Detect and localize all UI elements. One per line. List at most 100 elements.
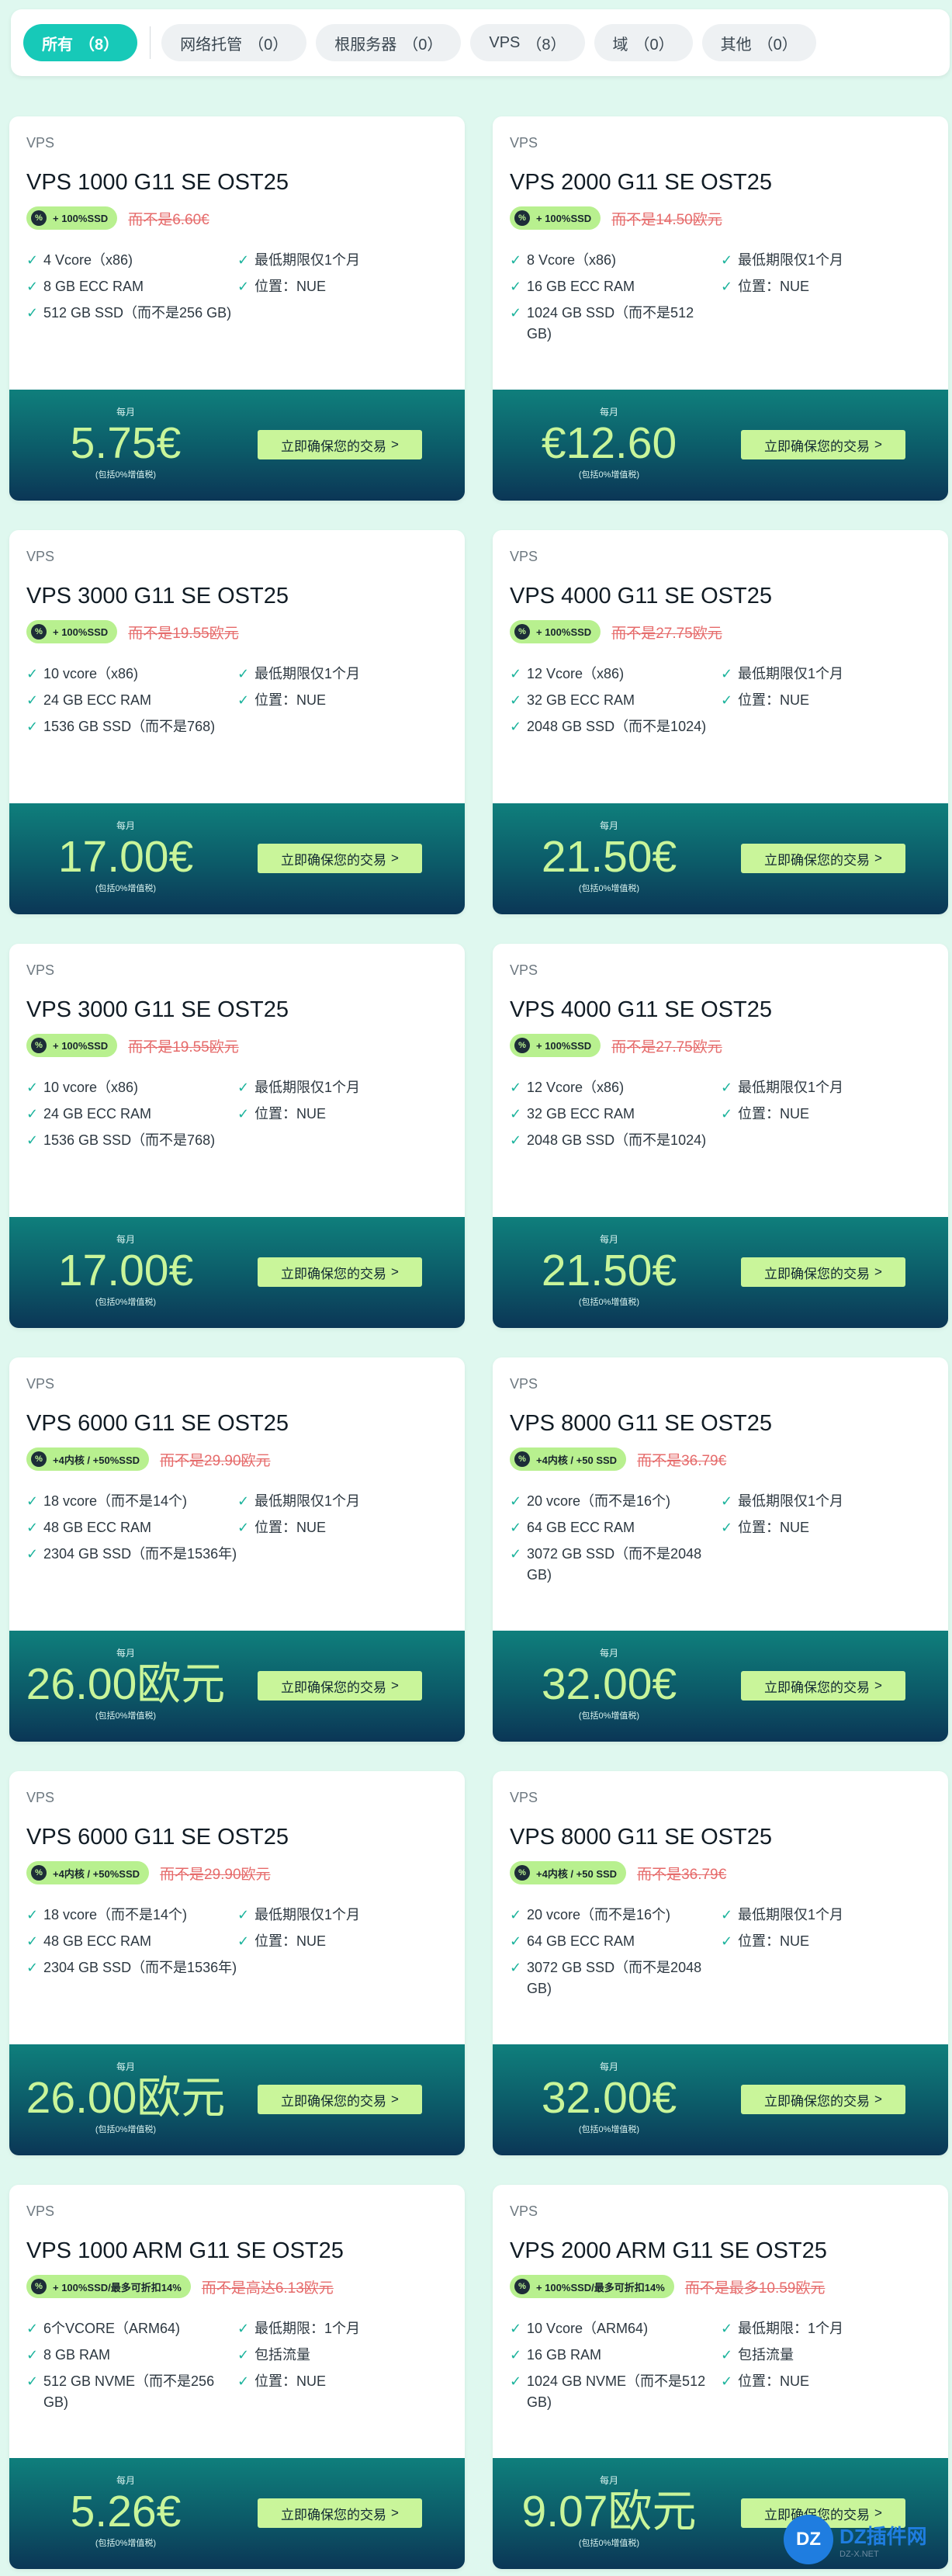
card-category: VPS	[26, 962, 55, 978]
spec-text: 8 GB RAM	[43, 2347, 111, 2363]
chevron-right-icon: >	[874, 851, 882, 865]
card-title: VPS 2000 G11 SE OST25	[510, 170, 772, 195]
tab-count: （0）	[248, 36, 289, 54]
tab-2[interactable]: 根服务器 （0）	[316, 24, 462, 61]
check-icon: ✓	[510, 279, 522, 294]
secure-deal-button[interactable]: 立即确保您的交易 >	[258, 844, 422, 873]
spec-item: ✓ 24 GB ECC RAM	[26, 1104, 237, 1125]
tab-4[interactable]: 域 （0）	[594, 24, 693, 61]
check-icon: ✓	[510, 1933, 522, 1949]
spec-text: 8 Vcore（x86)	[527, 252, 617, 268]
spec-item: ✓ 10 Vcore（ARM64)	[510, 2318, 721, 2339]
check-icon: ✓	[721, 1106, 733, 1122]
vat-note: (包括0%增值税)	[95, 2125, 157, 2134]
spec-item: ✓ 位置：NUE	[721, 1104, 932, 1125]
secure-deal-button[interactable]: 立即确保您的交易 >	[258, 1671, 422, 1701]
secure-deal-button[interactable]: 立即确保您的交易 >	[741, 430, 905, 459]
spec-item: ✓ 12 Vcore（x86)	[510, 1077, 721, 1098]
check-icon: ✓	[237, 1106, 250, 1122]
cta-label: 立即确保您的交易	[764, 1680, 871, 1695]
spec-text: 64 GB ECC RAM	[527, 1520, 635, 1535]
spec-text: 最低期限仅1个月	[738, 1493, 844, 1509]
per-month-label: 每月	[116, 2475, 135, 2486]
product-card: VPS VPS 6000 G11 SE OST25% +4内核 / +50%SSD 而…	[9, 1771, 465, 2155]
secure-deal-button[interactable]: 立即确保您的交易 >	[741, 1257, 905, 1287]
promo-badge-text: + 100%SSD	[53, 212, 109, 224]
card-body: VPS VPS 2000 G11 SE OST25% + 100%SSD 而不是14.…	[493, 116, 948, 390]
spec-text: 3072 GB SSD（而不是2048 GB)	[527, 1960, 702, 1996]
promo-row: % +4内核 / +50%SSD 而不是29.90欧元	[26, 1447, 448, 1471]
spec-text: 位置：NUE	[738, 1520, 810, 1535]
check-icon: ✓	[721, 692, 733, 708]
card-category: VPS	[510, 1790, 538, 1805]
spec-column-left: ✓ 12 Vcore（x86) ✓ 32 GB ECC RAM ✓ 2048 GB SSD…	[510, 1077, 721, 1156]
spec-list: ✓ 18 vcore（而不是14个) ✓ 48 GB ECC RAM ✓ 2304 GB …	[26, 1905, 448, 1984]
promo-badge: % + 100%SSD/最多可折扣14%	[26, 2275, 191, 2298]
spec-text: 10 vcore（x86)	[43, 1080, 139, 1095]
old-price: 而不是19.55欧元	[128, 1038, 239, 1056]
card-body: VPS VPS 8000 G11 SE OST25% +4内核 / +50 SSD 而…	[493, 1771, 948, 2044]
product-card: VPS VPS 4000 G11 SE OST25% + 100%SSD 而不是27.…	[493, 530, 948, 914]
spec-column-left: ✓ 12 Vcore（x86) ✓ 32 GB ECC RAM ✓ 2048 GB SSD…	[510, 664, 721, 743]
spec-text: 位置：NUE	[254, 692, 327, 708]
secure-deal-button[interactable]: 立即确保您的交易 >	[741, 2085, 905, 2114]
check-icon: ✓	[26, 2347, 39, 2363]
spec-column-left: ✓ 18 vcore（而不是14个) ✓ 48 GB ECC RAM ✓ 2304 GB …	[26, 1491, 237, 1570]
price-block: 每月 5.26€ (包括0%增值税)	[9, 2474, 242, 2549]
card-body: VPS VPS 3000 G11 SE OST25% + 100%SSD 而不是19.…	[9, 944, 465, 1217]
tab-3[interactable]: VPS （8）	[470, 24, 585, 61]
spec-text: 最低期限仅1个月	[738, 1080, 844, 1095]
tab-count: （8）	[79, 36, 119, 54]
card-category: VPS	[26, 549, 55, 564]
per-month-label: 每月	[599, 2475, 618, 2486]
spec-text: 512 GB NVME（而不是256 GB)	[43, 2373, 215, 2410]
secure-deal-button[interactable]: 立即确保您的交易 >	[258, 1257, 422, 1287]
secure-deal-button[interactable]: 立即确保您的交易 >	[258, 2498, 422, 2528]
check-icon: ✓	[237, 2347, 250, 2363]
card-title: VPS 3000 G11 SE OST25	[26, 997, 289, 1022]
secure-deal-button[interactable]: 立即确保您的交易 >	[741, 1671, 905, 1701]
cta-label: 立即确保您的交易	[281, 1680, 387, 1695]
spec-item: ✓ 32 GB ECC RAM	[510, 1104, 721, 1125]
spec-column-right: ✓ 最低期限仅1个月 ✓ 位置：NUE	[237, 1077, 448, 1156]
spec-item: ✓ 18 vcore（而不是14个)	[26, 1905, 237, 1926]
product-card: VPS VPS 6000 G11 SE OST25% +4内核 / +50%SSD 而…	[9, 1357, 465, 1742]
cta-label: 立即确保您的交易	[764, 1266, 871, 1281]
spec-item: ✓ 18 vcore（而不是14个)	[26, 1491, 237, 1512]
check-icon: ✓	[721, 2373, 733, 2389]
spec-item: ✓ 8 Vcore（x86)	[510, 250, 721, 271]
spec-item: ✓ 最低期限仅1个月	[237, 664, 448, 685]
tab-5[interactable]: 其他 （0）	[701, 24, 816, 61]
spec-column-left: ✓ 20 vcore（而不是16个) ✓ 64 GB ECC RAM ✓ 3072 GB …	[510, 1905, 721, 2005]
spec-column-right: ✓ 最低期限仅1个月 ✓ 位置：NUE	[721, 1905, 932, 2005]
spec-item: ✓ 20 vcore（而不是16个)	[510, 1905, 721, 1926]
tab-1[interactable]: 网络托管 （0）	[161, 24, 307, 61]
spec-text: 10 Vcore（ARM64)	[527, 2321, 649, 2336]
check-icon: ✓	[237, 279, 250, 294]
spec-list: ✓ 12 Vcore（x86) ✓ 32 GB ECC RAM ✓ 2048 GB SSD…	[510, 1077, 931, 1156]
spec-column-left: ✓ 20 vcore（而不是16个) ✓ 64 GB ECC RAM ✓ 3072 GB …	[510, 1491, 721, 1591]
secure-deal-button[interactable]: 立即确保您的交易 >	[741, 844, 905, 873]
price: 26.00欧元	[26, 1659, 226, 1709]
per-month-label: 每月	[116, 820, 135, 831]
spec-item: ✓ 最低期限仅1个月	[237, 1077, 448, 1098]
spec-item: ✓ 位置：NUE	[721, 2371, 932, 2392]
check-icon: ✓	[26, 719, 39, 734]
tab-0[interactable]: 所有 （8）	[23, 24, 138, 61]
card-title: VPS 6000 G11 SE OST25	[26, 1825, 289, 1850]
check-icon: ✓	[26, 692, 39, 708]
spec-column-left: ✓ 6个VCORE（ARM64) ✓ 8 GB RAM ✓ 512 GB NVME（而不是…	[26, 2318, 237, 2418]
price-block: 每月 17.00€ (包括0%增值税)	[9, 1233, 242, 1308]
percent-icon: %	[31, 210, 47, 226]
card-category: VPS	[26, 2203, 55, 2219]
price-panel: 每月 17.00€ (包括0%增值税) 立即确保您的交易 >	[9, 803, 465, 914]
secure-deal-button[interactable]: 立即确保您的交易 >	[258, 430, 422, 459]
promo-badge: % + 100%SSD	[26, 206, 118, 230]
dz-logo-icon: DZ	[784, 2515, 833, 2564]
secure-deal-button[interactable]: 立即确保您的交易 >	[258, 2085, 422, 2114]
spec-text: 48 GB ECC RAM	[43, 1933, 152, 1949]
spec-item: ✓ 10 vcore（x86)	[26, 664, 237, 685]
spec-item: ✓ 12 Vcore（x86)	[510, 664, 721, 685]
check-icon: ✓	[510, 1960, 522, 1975]
card-title: VPS 1000 ARM G11 SE OST25	[26, 2238, 344, 2263]
